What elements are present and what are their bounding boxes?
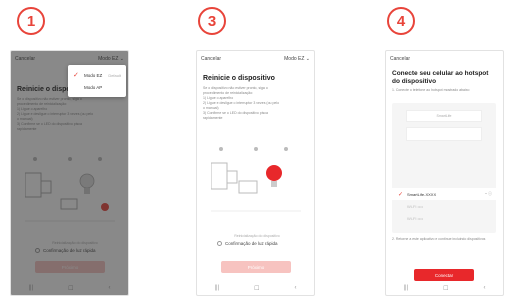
connect-button[interactable]: Conectar bbox=[414, 269, 474, 281]
menu-icon[interactable]: ||| bbox=[214, 285, 219, 291]
hotspot-field bbox=[406, 127, 482, 141]
system-nav-bar: ||| ☐ ‹ bbox=[386, 284, 503, 292]
step-badge-1: 1 bbox=[17, 7, 45, 35]
wifi-settings-card: SmartLife ✓ SmartLife-XXXX ◔ ⓘ Wi-Fi •••… bbox=[392, 103, 496, 233]
wifi-item-selected[interactable]: ✓ SmartLife-XXXX ◔ ⓘ bbox=[392, 188, 496, 200]
radio-icon[interactable] bbox=[217, 241, 222, 246]
wifi-item[interactable]: Wi-Fi •••• bbox=[392, 212, 496, 224]
tutorial-panel: 1 3 4 Cancelar Modo EZ ⌄ Reinicie o disp… bbox=[0, 0, 510, 306]
page-title: Conecte seu celular ao hotspot do dispos… bbox=[392, 70, 489, 85]
page-title: Reinicie o dispositivo bbox=[203, 75, 275, 82]
home-icon[interactable]: ☐ bbox=[254, 285, 259, 292]
switch-bulb-illustration bbox=[211, 147, 301, 212]
menu-icon[interactable]: ||| bbox=[403, 285, 408, 291]
step-badge-3: 3 bbox=[198, 7, 226, 35]
confirm-label: Confirmação de luz rápida bbox=[225, 241, 278, 246]
instructions: Se o dispositivo não estiver pronto, sig… bbox=[203, 86, 280, 120]
return-note: 2. Retorne a este aplicativo e continue … bbox=[392, 237, 486, 241]
cancel-button[interactable]: Cancelar bbox=[390, 56, 410, 62]
mode-selector[interactable]: Modo EZ ⌄ bbox=[284, 56, 310, 62]
next-button[interactable]: Próximo bbox=[221, 261, 291, 273]
confirm-hint: Reinicialização do dispositivo bbox=[234, 234, 280, 238]
check-icon: ✓ bbox=[398, 191, 404, 198]
phone-screen-mode-select: Cancelar Modo EZ ⌄ Reinicie o dispositiv… bbox=[10, 50, 129, 296]
back-icon[interactable]: ‹ bbox=[295, 285, 297, 291]
phone-screen-hotspot: Cancelar Conecte seu celular ao hotspot … bbox=[385, 50, 504, 296]
top-bar: Cancelar bbox=[390, 54, 499, 64]
top-bar: Cancelar Modo EZ ⌄ bbox=[201, 54, 310, 64]
home-icon[interactable]: ☐ bbox=[443, 285, 448, 292]
system-nav-bar: ||| ☐ ‹ bbox=[197, 284, 314, 292]
wifi-list: ✓ SmartLife-XXXX ◔ ⓘ Wi-Fi •••• Wi-Fi ••… bbox=[392, 188, 496, 224]
back-icon[interactable]: ‹ bbox=[484, 285, 486, 291]
check-icon: ✓ bbox=[73, 72, 79, 79]
hotspot-label: SmartLife bbox=[406, 110, 482, 122]
dropdown-option-ez[interactable]: ✓ Modo EZ Default bbox=[73, 69, 121, 81]
confirm-radio-row[interactable]: Confirmação de luz rápida bbox=[217, 241, 297, 246]
step-badge-4: 4 bbox=[387, 7, 415, 35]
phone-screen-reset: Cancelar Modo EZ ⌄ Reinicie o dispositiv… bbox=[196, 50, 315, 296]
wifi-lock-icon: ◔ ⓘ bbox=[484, 191, 492, 196]
wifi-item[interactable]: Wi-Fi •••• bbox=[392, 200, 496, 212]
mode-dropdown: ✓ Modo EZ Default Modo AP bbox=[68, 65, 126, 97]
confirm-section: Reinicialização do dispositivo Confirmaç… bbox=[217, 234, 297, 246]
dropdown-option-ap[interactable]: Modo AP bbox=[73, 81, 121, 93]
instructions: 1. Conecte o telefone ao hotspot mostrad… bbox=[392, 88, 470, 92]
cancel-button[interactable]: Cancelar bbox=[201, 56, 221, 62]
